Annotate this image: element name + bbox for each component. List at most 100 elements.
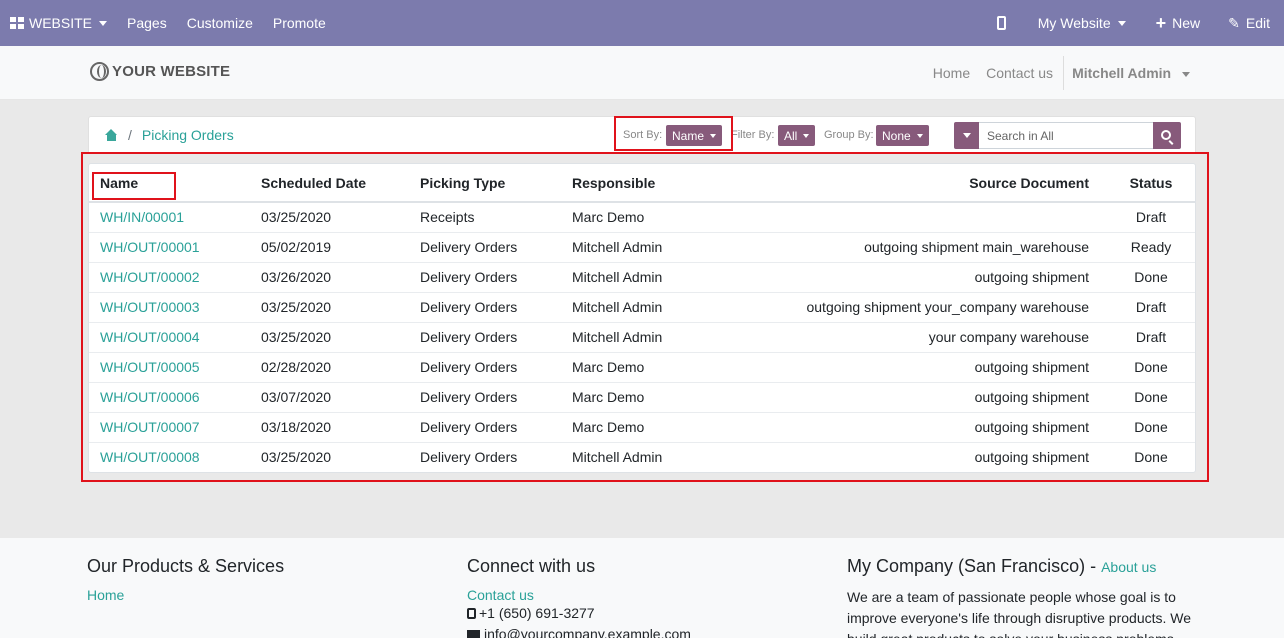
footer-products-column: Our Products & Services Home: [87, 556, 284, 603]
table-row[interactable]: WH/OUT/00004 03/25/2020 Delivery Orders Mit…: [89, 321, 1195, 352]
cell-scheduled-date: 03/25/2020: [261, 291, 420, 322]
column-header-scheduled-date: Scheduled Date: [261, 164, 420, 203]
cell-status: Done: [1111, 441, 1195, 472]
column-header-responsible: Responsible: [572, 164, 772, 203]
search-button[interactable]: [1153, 122, 1181, 149]
search-input[interactable]: [979, 122, 1153, 149]
footer-about-link[interactable]: About us: [1101, 559, 1156, 575]
cell-source-document: outgoing shipment: [772, 351, 1111, 382]
table-row[interactable]: WH/OUT/00008 03/25/2020 Delivery Orders Mit…: [89, 441, 1195, 472]
breadcrumb: / Picking Orders: [105, 127, 234, 143]
footer-email: info@yourcompany.example.com: [467, 624, 691, 638]
sort-highlight-box: [614, 116, 733, 151]
footer-company-column: My Company (San Francisco) - About us We…: [847, 556, 1199, 638]
site-footer: Our Products & Services Home Connect wit…: [0, 538, 1284, 638]
column-header-picking-type: Picking Type: [420, 164, 572, 203]
cell-status: Draft: [1111, 291, 1195, 322]
table-row[interactable]: WH/OUT/00003 03/25/2020 Delivery Orders Mit…: [89, 291, 1195, 322]
cell-name[interactable]: WH/OUT/00007: [89, 411, 261, 442]
cell-source-document: outgoing shipment main_warehouse: [772, 231, 1111, 262]
edit-button[interactable]: ✎ Edit: [1218, 0, 1284, 46]
cell-status: Draft: [1135, 209, 1167, 226]
table-header-row: Name Scheduled Date Picking Type Respons…: [89, 164, 1195, 203]
table-row[interactable]: WH/OUT/00006 03/07/2020 Delivery Orders Mar…: [89, 381, 1195, 412]
nav-home[interactable]: Home: [925, 65, 978, 81]
new-label: New: [1172, 15, 1201, 31]
cell-responsible: Mitchell Admin: [572, 441, 772, 472]
table-row[interactable]: WH/OUT/00007 03/18/2020 Delivery Orders Mar…: [89, 411, 1195, 442]
cell-source-document: outgoing shipment: [772, 261, 1111, 292]
cell-responsible: Mitchell Admin: [572, 231, 772, 262]
cell-scheduled-date: 03/25/2020: [261, 441, 420, 472]
footer-home-link[interactable]: Home: [87, 587, 284, 603]
table-row[interactable]: WH/OUT/00002 03/26/2020 Delivery Orders Mit…: [89, 261, 1195, 292]
user-menu[interactable]: Mitchell Admin: [1064, 65, 1190, 81]
cell-name[interactable]: WH/IN/00001: [89, 202, 261, 232]
nav-contact-us[interactable]: Contact us: [978, 65, 1061, 81]
phone-icon: [467, 608, 476, 619]
cell-name[interactable]: WH/OUT/00005: [89, 351, 261, 382]
cell-name[interactable]: WH/OUT/00003: [89, 291, 261, 322]
logo-text: YOUR WEBSITE: [112, 63, 231, 80]
site-header: YOUR WEBSITE Home Contact us Mitchell Ad…: [0, 46, 1284, 100]
cell-scheduled-date: 03/18/2020: [261, 411, 420, 442]
edit-label: Edit: [1245, 15, 1270, 31]
pages-menu[interactable]: Pages: [117, 0, 177, 46]
name-column-highlight-box: [92, 172, 176, 200]
website-menu[interactable]: WEBSITE: [0, 0, 117, 46]
cell-name[interactable]: WH/OUT/00002: [89, 261, 261, 292]
envelope-icon: [467, 630, 480, 638]
cell-name[interactable]: WH/OUT/00001: [89, 231, 261, 262]
search-filter-dropdown[interactable]: [954, 122, 979, 149]
table-row[interactable]: WH/IN/00001 03/25/2020 Receipts Marc Demo Dr…: [89, 202, 1195, 232]
filter-by-dropdown[interactable]: All: [778, 125, 816, 146]
cell-responsible: Marc Demo: [572, 381, 772, 412]
site-logo[interactable]: YOUR WEBSITE: [90, 62, 230, 81]
chevron-down-icon: [962, 133, 971, 138]
column-header-source-document: Source Document: [772, 164, 1111, 203]
footer-phone-number: +1 (650) 691-3277: [479, 605, 595, 621]
cell-name[interactable]: WH/OUT/00006: [89, 381, 261, 412]
cell-name[interactable]: WH/OUT/00004: [89, 321, 261, 352]
cell-responsible: Mitchell Admin: [572, 321, 772, 352]
cell-picking-type: Delivery Orders: [420, 351, 572, 382]
footer-title-dash: -: [1085, 556, 1102, 576]
promote-menu[interactable]: Promote: [263, 0, 336, 46]
table-row[interactable]: WH/OUT/00001 05/02/2019 Delivery Orders Mit…: [89, 231, 1195, 262]
footer-company-title-line: My Company (San Francisco) - About us: [847, 556, 1199, 577]
user-name: Mitchell Admin: [1072, 65, 1172, 81]
table-row[interactable]: WH/OUT/00005 02/28/2020 Delivery Orders Mar…: [89, 351, 1195, 382]
footer-phone: +1 (650) 691-3277: [467, 603, 691, 624]
cell-status: Done: [1111, 381, 1195, 412]
new-button[interactable]: + New: [1146, 0, 1219, 46]
cell-responsible: Marc Demo: [572, 351, 772, 382]
cell-picking-type: Receipts: [420, 209, 475, 226]
cell-name[interactable]: WH/OUT/00008: [89, 441, 261, 472]
cell-picking-type: Delivery Orders: [420, 231, 572, 262]
group-by-dropdown[interactable]: None: [876, 125, 929, 146]
cell-status: Done: [1111, 411, 1195, 442]
filter-by-label: Filter By:: [731, 129, 775, 141]
home-icon[interactable]: [105, 129, 118, 141]
cell-responsible: Marc Demo: [572, 411, 772, 442]
cell-picking-type: Delivery Orders: [420, 261, 572, 292]
chevron-down-icon: [1117, 20, 1126, 26]
my-website-switcher[interactable]: My Website: [1028, 0, 1146, 46]
search-icon: [1161, 129, 1171, 140]
website-menu-label: WEBSITE: [29, 15, 93, 31]
plus-icon: +: [1155, 13, 1167, 33]
chevron-down-icon: [916, 133, 923, 138]
breadcrumb-current[interactable]: Picking Orders: [142, 127, 234, 143]
cell-responsible: Mitchell Admin: [572, 261, 772, 292]
cell-picking-type: Delivery Orders: [420, 291, 572, 322]
customize-menu[interactable]: Customize: [177, 0, 263, 46]
mobile-preview-button[interactable]: [987, 0, 1028, 46]
footer-email-address[interactable]: info@yourcompany.example.com: [484, 626, 691, 638]
footer-company-title: My Company (San Francisco): [847, 556, 1086, 576]
cell-scheduled-date: 03/26/2020: [261, 261, 420, 292]
my-website-label: My Website: [1037, 15, 1111, 31]
cell-picking-type: Delivery Orders: [420, 411, 572, 442]
footer-contact-link[interactable]: Contact us: [467, 587, 691, 603]
picking-orders-table-card: Name Scheduled Date Picking Type Respons…: [88, 163, 1196, 473]
cell-source-document: your company warehouse: [772, 321, 1111, 352]
